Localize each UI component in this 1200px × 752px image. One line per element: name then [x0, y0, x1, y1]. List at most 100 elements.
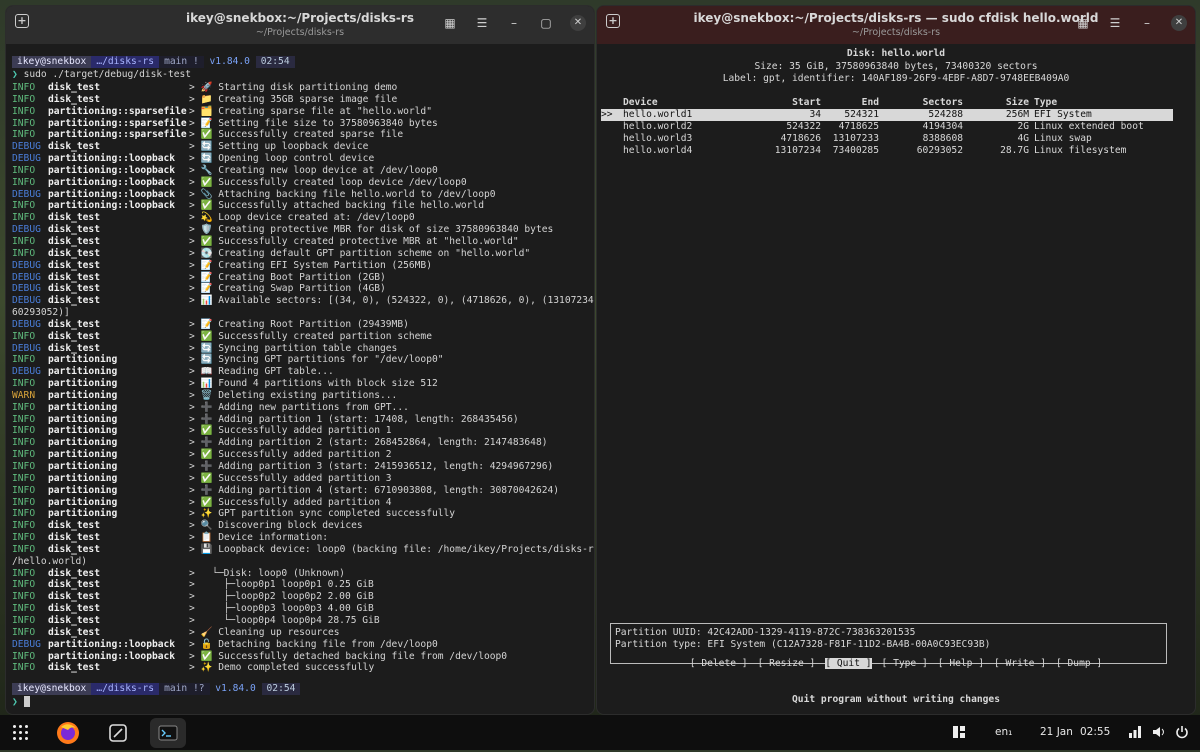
minimize-icon[interactable]: –: [1139, 15, 1155, 31]
log-line: INFO partitioning::loopback > ✅ Successful…: [12, 177, 588, 189]
command-input[interactable]: ❯: [12, 696, 30, 708]
prompt-time: 02:54: [255, 56, 295, 68]
minimize-icon[interactable]: –: [506, 15, 522, 31]
log-message: > ✅ Successfully added partition 4: [189, 496, 392, 508]
partition-row[interactable]: hello.world2 524322 4718625 4194304 2G Linux …: [601, 121, 1173, 133]
menu-icon[interactable]: ☰: [474, 15, 490, 31]
log-level: INFO: [12, 247, 36, 259]
col-size: Size: [1005, 97, 1029, 108]
menu-dump-button[interactable]: [ Dump ]: [1056, 658, 1102, 669]
log-target: partitioning::loopback: [48, 200, 176, 212]
prompt-git-branch: main !: [159, 56, 204, 68]
log-target: partitioning: [48, 425, 118, 437]
log-target: partitioning::loopback: [48, 153, 176, 165]
log-target: partitioning: [48, 389, 118, 401]
menu-type-button[interactable]: [ Type ]: [882, 658, 928, 669]
log-level: INFO: [12, 591, 36, 603]
log-message: > 📝 Creating EFI System Partition (256MB…: [189, 259, 432, 271]
grid-view-icon[interactable]: ▦: [442, 15, 458, 31]
log-level: DEBUG: [12, 259, 41, 271]
log-target: partitioning::loopback: [48, 164, 176, 176]
log-message: > ➕ Adding partition 2 (start: 268452864…: [189, 437, 548, 449]
partition-row[interactable]: hello.world4 13107234 73400285 60293052 28.7…: [601, 145, 1173, 157]
left-titlebar[interactable]: + ikey@snekbox:~/Projects/disks-rs ~/Pro…: [6, 6, 594, 44]
log-level: DEBUG: [12, 283, 41, 295]
log-target: partitioning: [48, 354, 118, 366]
log-message: > ➕ Adding new partitions from GPT...: [189, 401, 409, 413]
menu-delete-button[interactable]: [ Delete ]: [690, 658, 748, 669]
log-line: INFO disk_test > ✨ Demo completed successf…: [12, 662, 588, 674]
text-editor-icon[interactable]: [103, 718, 133, 748]
clock-time[interactable]: 02:55: [1080, 715, 1110, 750]
network-icon[interactable]: [1128, 715, 1142, 750]
menu-help-button[interactable]: [ Help ]: [938, 658, 984, 669]
left-terminal-window[interactable]: + ikey@snekbox:~/Projects/disks-rs ~/Pro…: [5, 5, 595, 715]
log-message: > ✨ GPT partition sync completed success…: [189, 508, 456, 520]
log-line: /hello.world): [12, 556, 588, 568]
log-message: > 📖 Reading GPT table...: [189, 366, 334, 378]
partition-row[interactable]: >> hello.world1 34 524321 524288 256M EFI Syst…: [601, 109, 1173, 121]
log-level: DEBUG: [12, 271, 41, 283]
log-target: partitioning: [48, 461, 118, 472]
log-level: INFO: [12, 603, 36, 615]
keyboard-layout[interactable]: en₁: [995, 715, 1012, 750]
window-switcher-icon[interactable]: [952, 715, 966, 750]
log-message: > 📊 Found 4 partitions with block size 5…: [189, 378, 438, 390]
prompt-git-branch: main !?: [159, 683, 210, 695]
log-line: INFO partitioning > ✅ Successfully added p…: [12, 425, 588, 437]
log-message: > ├─loop0p2 loop0p2 2.00 GiB: [189, 591, 374, 603]
close-icon[interactable]: ✕: [1171, 15, 1187, 31]
log-line: INFO disk_test > 🔍 Discovering block devic…: [12, 520, 588, 532]
menu-write-button[interactable]: [ Write ]: [994, 658, 1046, 669]
log-level: INFO: [12, 472, 36, 484]
log-message: > 🧹 Cleaning up resources: [189, 626, 340, 638]
menu-quit-button[interactable]: [ Quit ]: [825, 658, 872, 669]
log-line: DEBUG disk_test > 🛡️ Creating protective M…: [12, 224, 588, 236]
log-message: > ✅ Successfully added partition 3: [189, 472, 392, 484]
partition-table-header: Device Start End Sectors Size Type: [601, 97, 1173, 109]
power-icon[interactable]: [1175, 715, 1189, 750]
log-line: INFO partitioning > ➕ Adding new partition…: [12, 402, 588, 414]
log-line: DEBUG partitioning::loopback > 📎 Attaching…: [12, 189, 588, 201]
partition-device: hello.world1: [623, 109, 693, 120]
log-level: INFO: [12, 567, 36, 579]
log-line: INFO partitioning > ➕ Adding partition 3 (…: [12, 461, 588, 473]
log-line: INFO partitioning > ✅ Successfully added p…: [12, 497, 588, 509]
partition-row[interactable]: hello.world3 4718626 13107233 8388608 4G Linu…: [601, 133, 1173, 145]
log-message: > └─Disk: loop0 (Unknown): [189, 567, 345, 579]
partition-type-cell: EFI System: [1034, 109, 1092, 120]
log-message: > 🔄 Syncing partition table changes: [189, 342, 398, 354]
log-level: INFO: [12, 449, 36, 461]
grid-view-icon[interactable]: ▦: [1075, 15, 1091, 31]
log-level: INFO: [12, 378, 36, 390]
right-terminal-window[interactable]: + ikey@snekbox:~/Projects/disks-rs — sud…: [596, 5, 1196, 715]
log-level: DEBUG: [12, 366, 41, 378]
firefox-icon[interactable]: [53, 718, 83, 748]
prompt-bar-2: ikey@snekbox …/disks-rs main !? v1.84.0 02…: [12, 683, 301, 695]
log-target: disk_test: [48, 271, 100, 283]
clock-date[interactable]: 21 Jan: [1040, 715, 1073, 750]
menu-icon[interactable]: ☰: [1107, 15, 1123, 31]
menu-resize-button[interactable]: [ Resize ]: [758, 658, 816, 669]
log-target: partitioning: [48, 472, 118, 484]
right-titlebar[interactable]: + ikey@snekbox:~/Projects/disks-rs — sud…: [597, 6, 1195, 44]
maximize-icon[interactable]: ▢: [538, 15, 554, 31]
volume-icon[interactable]: [1152, 715, 1166, 750]
log-line: INFO partitioning > ➕ Adding partition 2 (…: [12, 437, 588, 449]
log-message: > 🔍 Discovering block devices: [189, 520, 363, 532]
log-level: DEBUG: [12, 188, 41, 200]
log-message: > ✅ Successfully added partition 2: [189, 449, 392, 461]
partition-end: 524321: [844, 109, 879, 120]
log-level: INFO: [12, 437, 36, 449]
log-target: partitioning: [48, 508, 118, 520]
close-icon[interactable]: ✕: [570, 15, 586, 31]
terminal-app-icon[interactable]: [150, 718, 186, 748]
log-level: INFO: [12, 520, 36, 532]
log-line: INFO disk_test > ├─loop0p3 loop0p3 4.00 Gi…: [12, 603, 588, 615]
log-level: INFO: [12, 614, 36, 626]
log-target: partitioning: [48, 366, 118, 378]
log-target: disk_test: [48, 283, 100, 295]
prompt-rust-version: v1.84.0: [209, 56, 250, 67]
log-message: > 📝 Creating Boot Partition (2GB): [189, 271, 386, 283]
app-grid-icon[interactable]: [13, 725, 29, 741]
